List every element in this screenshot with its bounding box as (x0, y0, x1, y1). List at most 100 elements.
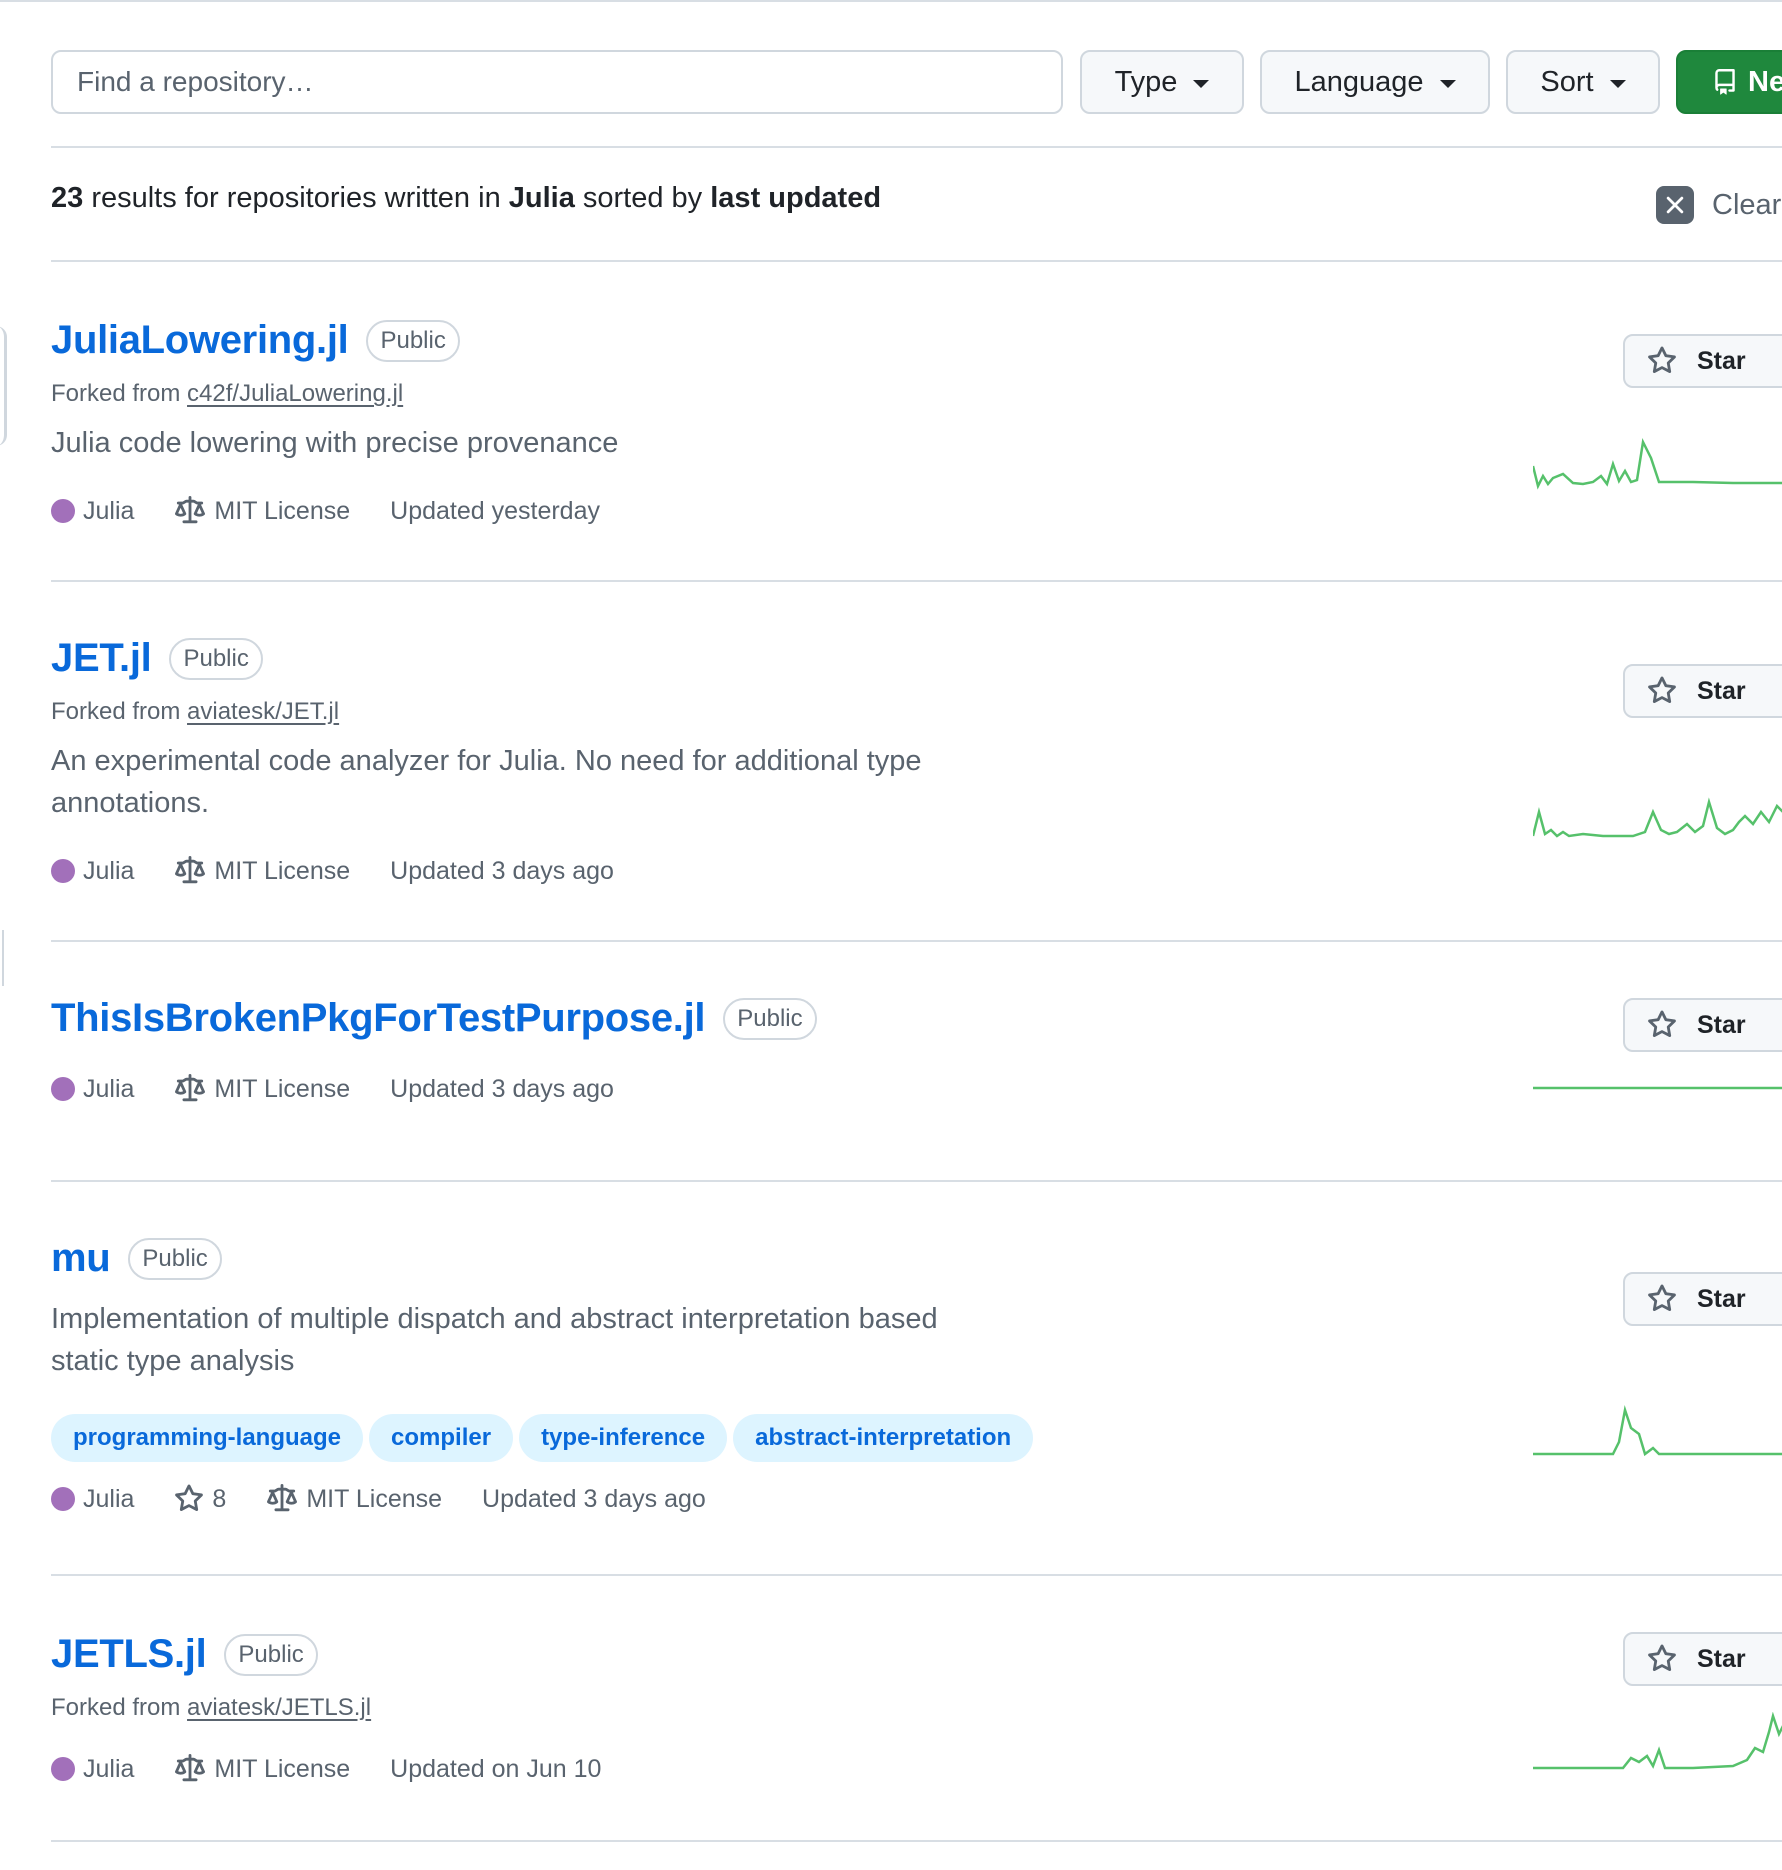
repo-name-link[interactable]: mu (51, 1236, 111, 1281)
repo-language: Julia (83, 1484, 135, 1513)
forked-prefix: Forked from (51, 1694, 188, 1721)
topic-tag[interactable]: compiler (369, 1414, 514, 1462)
topic-tag[interactable]: type-inference (519, 1414, 728, 1462)
repo-updated: Updated yesterday (390, 496, 600, 525)
type-filter-button[interactable]: Type (1080, 50, 1244, 114)
forked-from-link[interactable]: aviatesk/JET.jl (187, 698, 339, 725)
repo-name-link[interactable]: ThisIsBrokenPkgForTestPurpose.jl (51, 996, 706, 1041)
language-color-dot (51, 1757, 75, 1781)
topic-tag[interactable]: programming-language (51, 1414, 364, 1462)
results-language: Julia (508, 182, 575, 214)
results-text: results for repositories written in (83, 182, 509, 214)
law-icon (175, 1754, 206, 1782)
type-filter-label: Type (1114, 65, 1178, 98)
repo-meta: Julia MIT License Updated 3 days ago (51, 856, 654, 886)
divider (51, 1840, 1782, 1842)
repo-name-link[interactable]: JET.jl (51, 636, 152, 681)
repo-meta: Julia MIT License Updated 3 days ago (51, 1074, 654, 1104)
topic-list: programming-language compiler type-infer… (51, 1414, 1034, 1462)
forked-from: Forked from c42f/JuliaLowering.jl (51, 380, 403, 408)
visibility-badge: Public (128, 1237, 222, 1280)
star-count: 8 (212, 1484, 227, 1513)
divider (51, 580, 1782, 582)
star-icon (1648, 1644, 1676, 1672)
repo-name-link[interactable]: JuliaLowering.jl (51, 318, 349, 363)
divider (51, 260, 1782, 262)
star-icon (1648, 346, 1676, 374)
star-button[interactable]: Star (1623, 1632, 1782, 1686)
law-icon (175, 856, 206, 884)
star-icon (1648, 1284, 1676, 1312)
repo-updated: Updated 3 days ago (390, 856, 614, 885)
left-panel-edge (0, 326, 7, 446)
repo-meta: Julia MIT License Updated on Jun 10 (51, 1754, 641, 1784)
repo-name-link[interactable]: JETLS.jl (51, 1632, 207, 1677)
visibility-badge: Public (224, 1633, 318, 1676)
results-summary: 23 results for repositories written in J… (51, 182, 881, 215)
star-button[interactable]: Star (1623, 1272, 1782, 1326)
forked-from: Forked from aviatesk/JET.jl (51, 698, 339, 726)
top-divider (0, 0, 1782, 2)
repo-updated: Updated on Jun 10 (390, 1754, 602, 1783)
clear-label: Clear (1712, 188, 1782, 221)
new-button-label: New (1748, 65, 1782, 98)
star-label: Star (1697, 1284, 1746, 1313)
repo-license: MIT License (214, 1074, 351, 1103)
visibility-badge: Public (723, 997, 817, 1040)
caret-down-icon (1193, 80, 1210, 88)
activity-sparkline (1533, 1405, 1782, 1457)
language-color-dot (51, 859, 75, 883)
repo-license: MIT License (214, 496, 351, 525)
sort-filter-button[interactable]: Sort (1506, 50, 1660, 114)
activity-sparkline (1533, 1712, 1782, 1770)
law-icon (267, 1484, 298, 1512)
sort-filter-label: Sort (1540, 65, 1594, 98)
star-button[interactable]: Star (1623, 664, 1782, 718)
activity-sparkline (1533, 797, 1782, 838)
divider (51, 1574, 1782, 1576)
repo-meta: Julia 8 MIT License Updated 3 days ago (51, 1484, 746, 1514)
repository-search-input[interactable] (51, 50, 1063, 114)
new-repository-button[interactable]: New (1676, 50, 1782, 114)
topic-tag[interactable]: abstract-interpretation (733, 1414, 1034, 1462)
activity-sparkline (1533, 1086, 1782, 1090)
visibility-badge: Public (366, 319, 460, 362)
repo-license: MIT License (214, 1754, 351, 1783)
clear-filter-button[interactable]: Clear (1656, 186, 1781, 224)
language-color-dot (51, 1487, 75, 1511)
stargazers-link[interactable]: 8 (174, 1484, 226, 1514)
left-panel-edge (0, 930, 4, 986)
repo-description: Implementation of multiple dispatch and … (51, 1303, 938, 1377)
star-button[interactable]: Star (1623, 998, 1782, 1052)
language-filter-label: Language (1294, 65, 1424, 98)
divider (51, 1180, 1782, 1182)
star-label: Star (1697, 1644, 1746, 1673)
repo-meta: Julia MIT License Updated yesterday (51, 496, 640, 526)
law-icon (175, 496, 206, 524)
forked-prefix: Forked from (51, 380, 188, 407)
results-text: sorted by (574, 182, 711, 214)
repo-language: Julia (83, 496, 135, 525)
results-sort: last updated (710, 182, 882, 214)
repo-language: Julia (83, 1754, 135, 1783)
law-icon (175, 1074, 206, 1102)
repo-icon (1715, 69, 1735, 95)
divider (51, 146, 1782, 148)
star-icon (1648, 676, 1676, 704)
repo-description: Julia code lowering with precise provena… (51, 427, 619, 459)
visibility-badge: Public (169, 637, 263, 680)
forked-prefix: Forked from (51, 698, 188, 725)
forked-from-link[interactable]: c42f/JuliaLowering.jl (187, 380, 403, 407)
repo-description: An experimental code analyzer for Julia.… (51, 745, 922, 819)
language-filter-button[interactable]: Language (1260, 50, 1490, 114)
repo-updated: Updated 3 days ago (482, 1484, 706, 1513)
star-label: Star (1697, 676, 1746, 705)
forked-from: Forked from aviatesk/JETLS.jl (51, 1694, 371, 1722)
divider (51, 940, 1782, 942)
forked-from-link[interactable]: aviatesk/JETLS.jl (187, 1694, 371, 1721)
language-color-dot (51, 499, 75, 523)
star-button[interactable]: Star (1623, 334, 1782, 388)
star-label: Star (1697, 346, 1746, 375)
results-count: 23 (51, 182, 84, 214)
caret-down-icon (1609, 80, 1626, 88)
